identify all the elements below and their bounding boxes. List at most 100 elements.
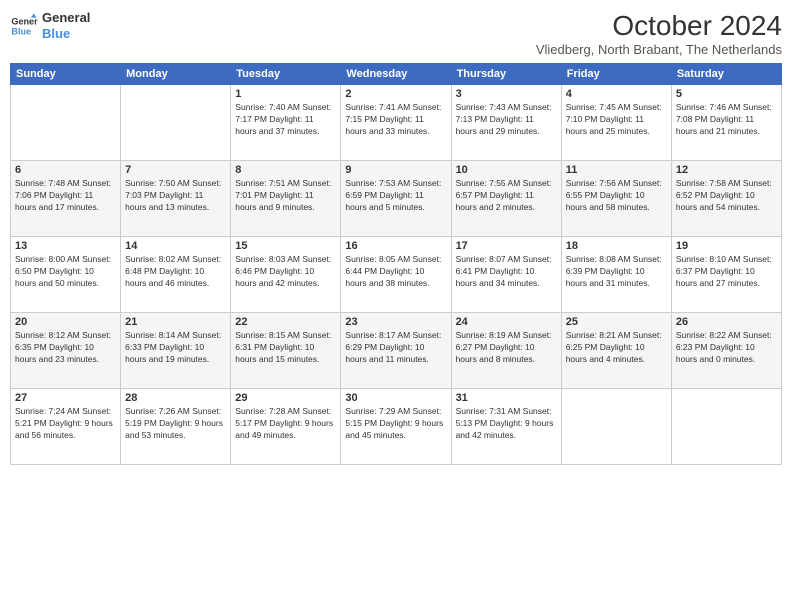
logo: General Blue General Blue (10, 10, 90, 41)
svg-text:Blue: Blue (11, 26, 31, 36)
day-number: 9 (345, 164, 446, 176)
title-block: October 2024 Vliedberg, North Brabant, T… (536, 10, 782, 57)
table-row: 8 Sunrise: 7:51 AM Sunset: 7:01 PM Daylig… (231, 161, 341, 237)
day-number: 4 (566, 88, 667, 100)
day-info: Sunrise: 7:50 AM Sunset: 7:03 PM Dayligh… (125, 178, 226, 214)
day-info: Sunrise: 8:15 AM Sunset: 6:31 PM Dayligh… (235, 330, 336, 366)
day-info: Sunrise: 8:00 AM Sunset: 6:50 PM Dayligh… (15, 254, 116, 290)
table-row: 24 Sunrise: 8:19 AM Sunset: 6:27 PM Dayli… (451, 313, 561, 389)
subtitle: Vliedberg, North Brabant, The Netherland… (536, 42, 782, 57)
day-number: 23 (345, 316, 446, 328)
day-number: 20 (15, 316, 116, 328)
day-number: 29 (235, 392, 336, 404)
day-info: Sunrise: 7:56 AM Sunset: 6:55 PM Dayligh… (566, 178, 667, 214)
day-info: Sunrise: 8:21 AM Sunset: 6:25 PM Dayligh… (566, 330, 667, 366)
table-row: 26Sunrise: 8:22 AM Sunset: 6:23 PM Dayli… (671, 313, 781, 389)
day-number: 27 (15, 392, 116, 404)
header: General Blue General Blue October 2024 V… (10, 10, 782, 57)
table-row: 9Sunrise: 7:53 AM Sunset: 6:59 PM Daylig… (341, 161, 451, 237)
table-row: 11Sunrise: 7:56 AM Sunset: 6:55 PM Dayli… (561, 161, 671, 237)
day-info: Sunrise: 7:43 AM Sunset: 7:13 PM Dayligh… (456, 102, 557, 138)
day-number: 19 (676, 240, 777, 252)
col-thursday: Thursday (451, 64, 561, 85)
day-number: 7 (125, 164, 226, 176)
table-row: 30Sunrise: 7:29 AM Sunset: 5:15 PM Dayli… (341, 389, 451, 465)
table-row: 27 Sunrise: 7:24 AM Sunset: 5:21 PM Dayli… (11, 389, 121, 465)
table-row: 31 Sunrise: 7:31 AM Sunset: 5:13 PM Dayli… (451, 389, 561, 465)
month-title: October 2024 (536, 10, 782, 42)
day-number: 14 (125, 240, 226, 252)
day-number: 6 (15, 164, 116, 176)
day-info: Sunrise: 8:19 AM Sunset: 6:27 PM Dayligh… (456, 330, 557, 366)
table-row: 6 Sunrise: 7:48 AM Sunset: 7:06 PM Daylig… (11, 161, 121, 237)
logo-text: General Blue (42, 10, 90, 41)
table-row: 2Sunrise: 7:41 AM Sunset: 7:15 PM Daylig… (341, 85, 451, 161)
day-info: Sunrise: 7:48 AM Sunset: 7:06 PM Dayligh… (15, 178, 116, 214)
day-info: Sunrise: 7:24 AM Sunset: 5:21 PM Dayligh… (15, 406, 116, 442)
day-number: 24 (456, 316, 557, 328)
table-row: 5 Sunrise: 7:46 AM Sunset: 7:08 PM Daylig… (671, 85, 781, 161)
table-row: 25 Sunrise: 8:21 AM Sunset: 6:25 PM Dayli… (561, 313, 671, 389)
day-number: 31 (456, 392, 557, 404)
table-row: 14Sunrise: 8:02 AM Sunset: 6:48 PM Dayli… (121, 237, 231, 313)
svg-text:General: General (11, 16, 38, 26)
table-row: 29 Sunrise: 7:28 AM Sunset: 5:17 PM Dayli… (231, 389, 341, 465)
day-number: 30 (345, 392, 446, 404)
day-info: Sunrise: 8:17 AM Sunset: 6:29 PM Dayligh… (345, 330, 446, 366)
table-row: 28Sunrise: 7:26 AM Sunset: 5:19 PM Dayli… (121, 389, 231, 465)
table-row: 15Sunrise: 8:03 AM Sunset: 6:46 PM Dayli… (231, 237, 341, 313)
day-info: Sunrise: 8:14 AM Sunset: 6:33 PM Dayligh… (125, 330, 226, 366)
table-row: 13Sunrise: 8:00 AM Sunset: 6:50 PM Dayli… (11, 237, 121, 313)
day-info: Sunrise: 7:41 AM Sunset: 7:15 PM Dayligh… (345, 102, 446, 138)
day-info: Sunrise: 7:55 AM Sunset: 6:57 PM Dayligh… (456, 178, 557, 214)
day-info: Sunrise: 8:22 AM Sunset: 6:23 PM Dayligh… (676, 330, 777, 366)
logo-icon: General Blue (10, 12, 38, 40)
day-info: Sunrise: 7:40 AM Sunset: 7:17 PM Dayligh… (235, 102, 336, 138)
day-info: Sunrise: 8:10 AM Sunset: 6:37 PM Dayligh… (676, 254, 777, 290)
day-number: 17 (456, 240, 557, 252)
day-number: 1 (235, 88, 336, 100)
day-info: Sunrise: 7:31 AM Sunset: 5:13 PM Dayligh… (456, 406, 557, 442)
calendar-week-row: 1 Sunrise: 7:40 AM Sunset: 7:17 PM Daylig… (11, 85, 782, 161)
day-number: 18 (566, 240, 667, 252)
day-number: 28 (125, 392, 226, 404)
table-row: 16Sunrise: 8:05 AM Sunset: 6:44 PM Dayli… (341, 237, 451, 313)
day-info: Sunrise: 7:58 AM Sunset: 6:52 PM Dayligh… (676, 178, 777, 214)
col-saturday: Saturday (671, 64, 781, 85)
day-number: 22 (235, 316, 336, 328)
table-row (561, 389, 671, 465)
table-row: 3 Sunrise: 7:43 AM Sunset: 7:13 PM Daylig… (451, 85, 561, 161)
calendar-week-row: 6 Sunrise: 7:48 AM Sunset: 7:06 PM Daylig… (11, 161, 782, 237)
table-row: 22 Sunrise: 8:15 AM Sunset: 6:31 PM Dayli… (231, 313, 341, 389)
day-info: Sunrise: 8:03 AM Sunset: 6:46 PM Dayligh… (235, 254, 336, 290)
table-row: 21 Sunrise: 8:14 AM Sunset: 6:33 PM Dayli… (121, 313, 231, 389)
day-info: Sunrise: 8:07 AM Sunset: 6:41 PM Dayligh… (456, 254, 557, 290)
col-wednesday: Wednesday (341, 64, 451, 85)
calendar-week-row: 13Sunrise: 8:00 AM Sunset: 6:50 PM Dayli… (11, 237, 782, 313)
table-row: 19 Sunrise: 8:10 AM Sunset: 6:37 PM Dayli… (671, 237, 781, 313)
table-row: 17 Sunrise: 8:07 AM Sunset: 6:41 PM Dayli… (451, 237, 561, 313)
table-row: 12Sunrise: 7:58 AM Sunset: 6:52 PM Dayli… (671, 161, 781, 237)
day-info: Sunrise: 8:08 AM Sunset: 6:39 PM Dayligh… (566, 254, 667, 290)
day-number: 3 (456, 88, 557, 100)
table-row: 7 Sunrise: 7:50 AM Sunset: 7:03 PM Daylig… (121, 161, 231, 237)
calendar-header-row: Sunday Monday Tuesday Wednesday Thursday… (11, 64, 782, 85)
col-tuesday: Tuesday (231, 64, 341, 85)
day-info: Sunrise: 8:12 AM Sunset: 6:35 PM Dayligh… (15, 330, 116, 366)
day-number: 8 (235, 164, 336, 176)
day-info: Sunrise: 7:51 AM Sunset: 7:01 PM Dayligh… (235, 178, 336, 214)
day-info: Sunrise: 8:05 AM Sunset: 6:44 PM Dayligh… (345, 254, 446, 290)
table-row (11, 85, 121, 161)
table-row (121, 85, 231, 161)
page: General Blue General Blue October 2024 V… (0, 0, 792, 612)
day-number: 5 (676, 88, 777, 100)
col-sunday: Sunday (11, 64, 121, 85)
day-number: 10 (456, 164, 557, 176)
day-number: 21 (125, 316, 226, 328)
day-info: Sunrise: 7:46 AM Sunset: 7:08 PM Dayligh… (676, 102, 777, 138)
table-row: 23 Sunrise: 8:17 AM Sunset: 6:29 PM Dayli… (341, 313, 451, 389)
table-row: 1 Sunrise: 7:40 AM Sunset: 7:17 PM Daylig… (231, 85, 341, 161)
day-info: Sunrise: 7:28 AM Sunset: 5:17 PM Dayligh… (235, 406, 336, 442)
day-number: 25 (566, 316, 667, 328)
table-row (671, 389, 781, 465)
